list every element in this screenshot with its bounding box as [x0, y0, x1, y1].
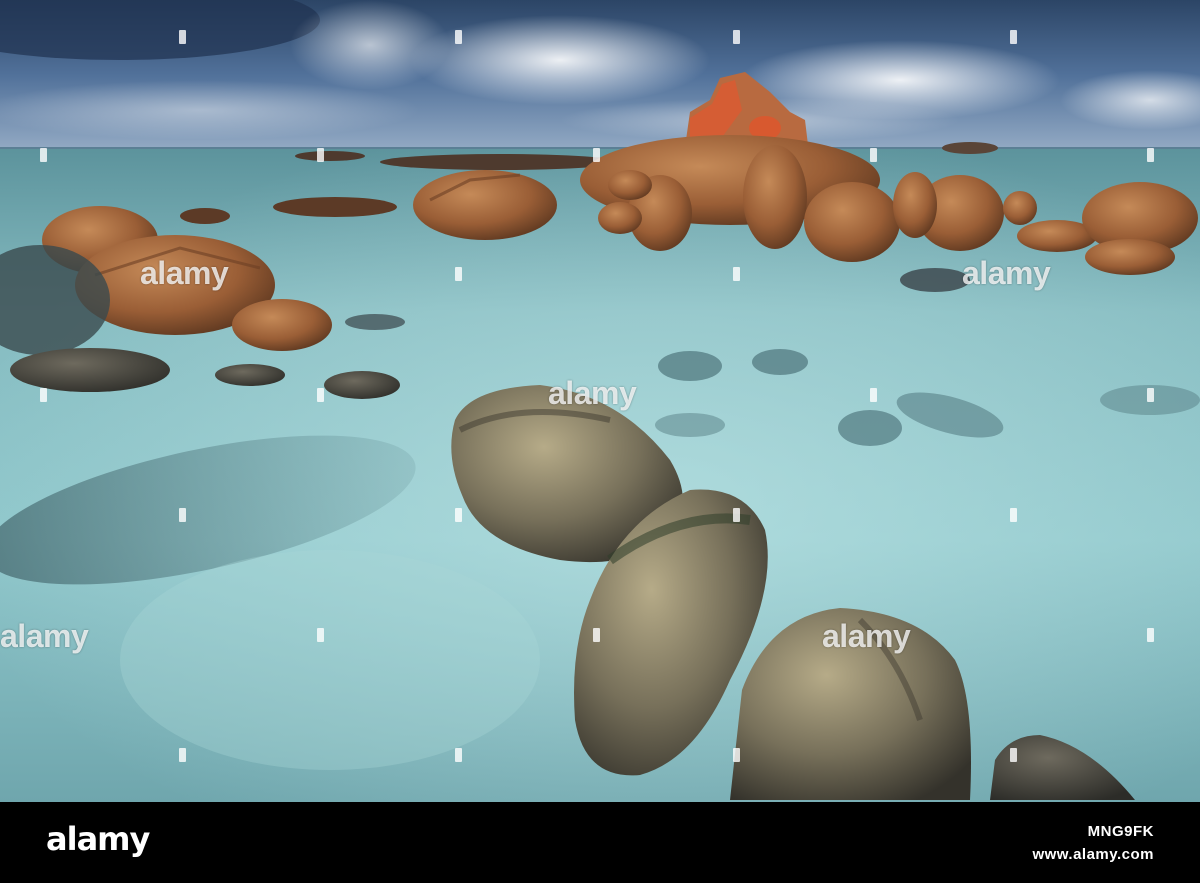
watermark-mark [593, 628, 600, 642]
watermark-mark [1010, 748, 1017, 762]
image-id: MNG9FK [1087, 823, 1154, 840]
watermark-mark [455, 508, 462, 522]
watermark-mark [40, 148, 47, 162]
watermark-mark [1147, 148, 1154, 162]
watermark-mark [455, 30, 462, 44]
watermark-mark [40, 388, 47, 402]
watermark-mark [179, 30, 186, 44]
watermark-mark [317, 628, 324, 642]
watermark: alamy [0, 618, 89, 654]
site-url: www.alamy.com [1032, 846, 1154, 863]
watermark-mark [1010, 30, 1017, 44]
watermark-mark [317, 148, 324, 162]
watermark-mark [733, 748, 740, 762]
watermark: alamy [822, 618, 911, 654]
watermark: alamy [548, 375, 637, 411]
watermark-mark [870, 148, 877, 162]
watermark-mark [870, 388, 877, 402]
watermark-mark [733, 267, 740, 281]
watermark: alamy [140, 255, 229, 291]
watermark-mark [1010, 508, 1017, 522]
footer-bar: alamy MNG9FK www.alamy.com [0, 802, 1200, 883]
watermark-mark [1147, 628, 1154, 642]
watermark-mark [1147, 388, 1154, 402]
image-info: MNG9FK www.alamy.com [1032, 820, 1154, 866]
watermark-mark [317, 388, 324, 402]
watermark-mark [733, 508, 740, 522]
watermark-mark [179, 508, 186, 522]
watermark-mark [733, 30, 740, 44]
alamy-logo: alamy [46, 820, 150, 858]
watermark-mark [179, 748, 186, 762]
watermark-mark [455, 267, 462, 281]
watermark-mark [455, 748, 462, 762]
watermark-mark [593, 148, 600, 162]
watermark: alamy [962, 255, 1051, 291]
